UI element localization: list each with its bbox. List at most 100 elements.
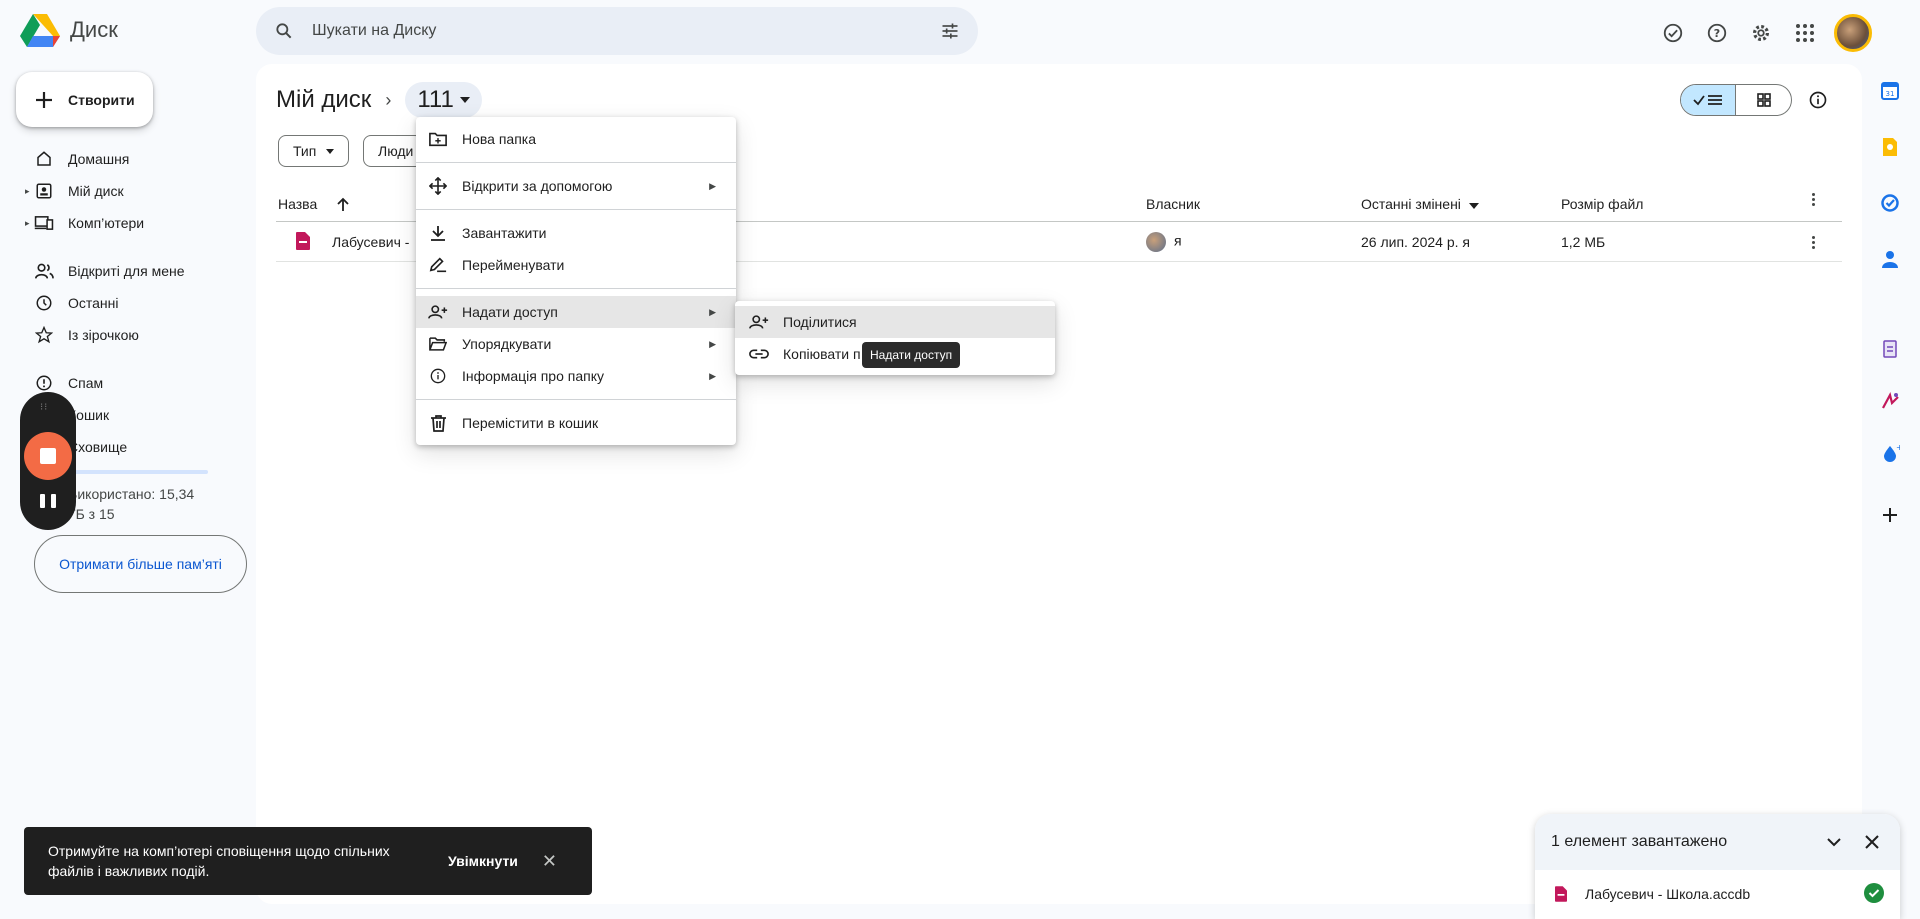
menu-item-label: Нова папка <box>462 131 537 147</box>
addon-drop-icon[interactable]: + <box>1879 442 1901 464</box>
plus-icon <box>36 91 52 108</box>
keep-icon[interactable] <box>1879 136 1901 158</box>
person-add-icon <box>428 302 448 322</box>
submenu-arrow-icon: ▶ <box>709 180 716 191</box>
top-actions: ? <box>1658 14 1872 52</box>
tasks-icon[interactable] <box>1879 192 1901 214</box>
add-addon-plus-icon[interactable] <box>1879 504 1901 526</box>
file-modified: 26 лип. 2024 р. я <box>1361 234 1470 250</box>
grid-view-button[interactable] <box>1736 85 1791 115</box>
breadcrumb-current-folder[interactable]: 111 <box>405 82 482 118</box>
breadcrumb: Мій диск › 111 <box>276 82 482 118</box>
open-with-icon <box>428 176 448 196</box>
info-icon[interactable] <box>1806 88 1830 112</box>
type-filter-chip[interactable]: Тип <box>278 135 350 167</box>
computers-icon <box>34 213 54 233</box>
menu-item-open-with[interactable]: Відкрити за допомогою ▶ <box>416 170 736 202</box>
column-header-name[interactable]: Назва <box>278 196 349 212</box>
svg-text:31: 31 <box>1886 90 1895 98</box>
sidebar-item-recent[interactable]: Останні <box>0 287 256 319</box>
help-icon[interactable]: ? <box>1702 18 1732 48</box>
offline-ready-icon[interactable] <box>1658 18 1688 48</box>
contacts-icon[interactable] <box>1879 248 1901 270</box>
column-options-icon[interactable] <box>1812 193 1816 208</box>
collapse-chevron-icon[interactable] <box>1822 830 1846 854</box>
menu-item-label: Завантажити <box>462 225 547 241</box>
forms-addon-icon[interactable] <box>1879 338 1901 360</box>
sidebar-item-label: Останні <box>68 295 119 311</box>
menu-item-new-folder[interactable]: Нова папка <box>416 123 736 155</box>
home-icon <box>34 149 54 169</box>
row-more-actions-icon[interactable] <box>1812 236 1816 251</box>
enable-notifications-button[interactable]: Увімкнути <box>448 853 518 869</box>
sidebar-item-label: Із зірочкою <box>68 327 139 343</box>
menu-item-organize[interactable]: Упорядкувати ▶ <box>416 328 736 360</box>
drive-logo[interactable]: Диск <box>20 12 118 48</box>
menu-item-folder-info[interactable]: Інформація про папку ▶ <box>416 360 736 392</box>
pause-recording-button[interactable] <box>40 494 56 510</box>
close-icon[interactable]: ✕ <box>542 851 557 872</box>
addon-pink-icon[interactable] <box>1879 390 1901 412</box>
expand-arrow-icon[interactable]: ▸ <box>25 218 30 229</box>
folder-open-icon <box>428 334 448 354</box>
people-filter-chip[interactable]: Люди <box>363 135 423 167</box>
calendar-icon[interactable]: 31 <box>1879 80 1901 102</box>
menu-item-label: Інформація про папку <box>462 368 604 384</box>
search-icon[interactable] <box>272 19 296 43</box>
sidebar-item-shared[interactable]: Відкриті для мене <box>0 255 256 287</box>
sidebar-item-label: Відкриті для мене <box>68 263 185 279</box>
menu-item-download[interactable]: Завантажити <box>416 217 736 249</box>
menu-item-share-with-people[interactable]: Поділитися <box>735 306 1055 338</box>
file-icon <box>296 232 310 253</box>
file-owner: я <box>1146 232 1182 252</box>
settings-gear-icon[interactable] <box>1746 18 1776 48</box>
submenu-arrow-icon: ▶ <box>709 306 716 317</box>
sidebar-item-label: Спам <box>68 375 104 391</box>
search-bar[interactable] <box>256 7 978 55</box>
search-input[interactable] <box>312 22 938 40</box>
sidebar-item-starred[interactable]: Із зірочкою <box>0 319 256 351</box>
file-name[interactable]: Лабусевич - <box>332 234 409 250</box>
drag-handle-icon[interactable]: ⁝⁝ <box>40 402 48 413</box>
sidebar-item-my-drive[interactable]: ▸ Мій диск <box>0 175 256 207</box>
upload-status-panel: 1 елемент завантажено Лабусевич - Школа.… <box>1535 814 1900 919</box>
create-button[interactable]: Створити <box>16 72 153 127</box>
submenu-arrow-icon: ▶ <box>709 370 716 381</box>
get-more-storage-button[interactable]: Отримати більше пам’яті <box>34 535 247 593</box>
screen-recorder-widget: ⁝⁝ <box>20 392 76 530</box>
apps-grid-icon[interactable] <box>1790 18 1820 48</box>
breadcrumb-root[interactable]: Мій диск <box>276 86 371 114</box>
file-icon <box>1551 886 1571 902</box>
sidebar-item-home[interactable]: Домашня <box>0 143 256 175</box>
my-drive-icon <box>34 181 54 201</box>
drive-logo-icon <box>20 14 60 47</box>
create-label: Створити <box>68 91 135 108</box>
notification-toast: Отримуйте на комп’ютері сповіщення щодо … <box>24 827 592 895</box>
column-header-size[interactable]: Розмір файл <box>1561 196 1643 212</box>
sidebar-item-computers[interactable]: ▸ Комп’ютери <box>0 207 256 239</box>
info-icon <box>428 366 448 386</box>
menu-item-label: Упорядкувати <box>462 336 552 352</box>
menu-item-rename[interactable]: Перейменувати <box>416 249 736 281</box>
sidebar-item-label: Комп’ютери <box>68 215 145 231</box>
list-view-button[interactable] <box>1681 85 1736 115</box>
menu-item-move-to-trash[interactable]: Перемістити в кошик <box>416 407 736 439</box>
new-folder-icon <box>428 129 448 149</box>
account-avatar[interactable] <box>1834 14 1872 52</box>
rename-pen-icon <box>428 255 448 275</box>
upload-item[interactable]: Лабусевич - Школа.accdb <box>1535 870 1900 918</box>
menu-item-label: Перемістити в кошик <box>462 415 599 431</box>
search-options-icon[interactable] <box>938 19 962 43</box>
sidebar-item-label: Мій диск <box>68 183 124 199</box>
storage-text: Використано: 15,34 ГБ з 15 <box>68 486 195 522</box>
sidebar-item-label: Домашня <box>68 151 130 167</box>
file-size: 1,2 МБ <box>1561 234 1606 250</box>
column-header-owner[interactable]: Власник <box>1146 196 1200 212</box>
upload-panel-title: 1 елемент завантажено <box>1551 833 1728 850</box>
arrow-up-icon[interactable] <box>337 197 349 211</box>
stop-recording-button[interactable] <box>24 432 72 480</box>
column-header-modified[interactable]: Останні змінені <box>1361 196 1479 212</box>
menu-item-share[interactable]: Надати доступ ▶ <box>416 296 736 328</box>
expand-arrow-icon[interactable]: ▸ <box>25 186 30 197</box>
close-icon[interactable] <box>1860 830 1884 854</box>
